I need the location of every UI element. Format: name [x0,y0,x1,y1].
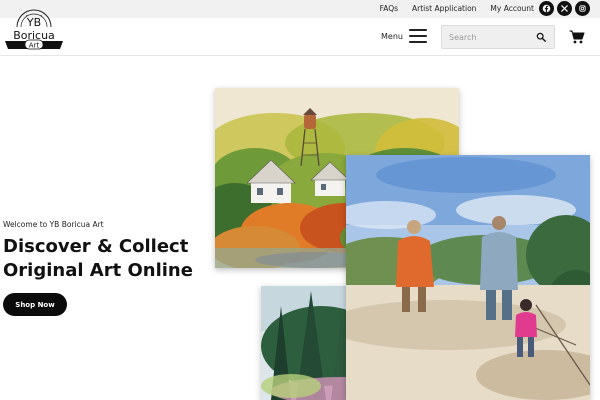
x-icon[interactable] [557,1,572,16]
main-header: YB Boricua Art Menu [0,9,600,56]
logo-art-text: Art [29,42,40,50]
headline-line-2: Original Art Online [3,260,193,281]
menu-toggle[interactable]: Menu [381,29,427,43]
welcome-text: Welcome to YB Boricua Art [3,220,104,229]
hero-text-block: Welcome to YB Boricua Art Discover & Col… [3,220,203,283]
my-account-link[interactable]: My Account [490,4,534,13]
hero-headline: Discover & Collect Original Art Online [3,235,203,283]
faqs-link[interactable]: FAQs [380,4,398,13]
painting-figures-walking[interactable] [346,155,590,400]
page: FAQs Artist Application My Account YB Bo… [0,0,600,400]
search-box [441,25,555,49]
instagram-icon[interactable] [575,1,590,16]
artist-application-link[interactable]: Artist Application [412,4,476,13]
search-icon[interactable] [533,29,549,45]
search-input[interactable] [442,26,533,48]
hamburger-icon[interactable] [408,29,427,43]
site-logo[interactable]: YB Boricua Art [3,5,65,55]
shop-now-button[interactable]: Shop Now [3,293,67,316]
menu-label: Menu [381,31,403,41]
headline-line-1: Discover & Collect [3,236,189,257]
facebook-icon[interactable] [539,1,554,16]
cart-icon[interactable] [569,29,585,44]
top-links: FAQs Artist Application My Account [380,4,534,13]
logo-yb-text: YB [26,16,41,29]
top-utility-bar: FAQs Artist Application My Account [0,0,600,18]
